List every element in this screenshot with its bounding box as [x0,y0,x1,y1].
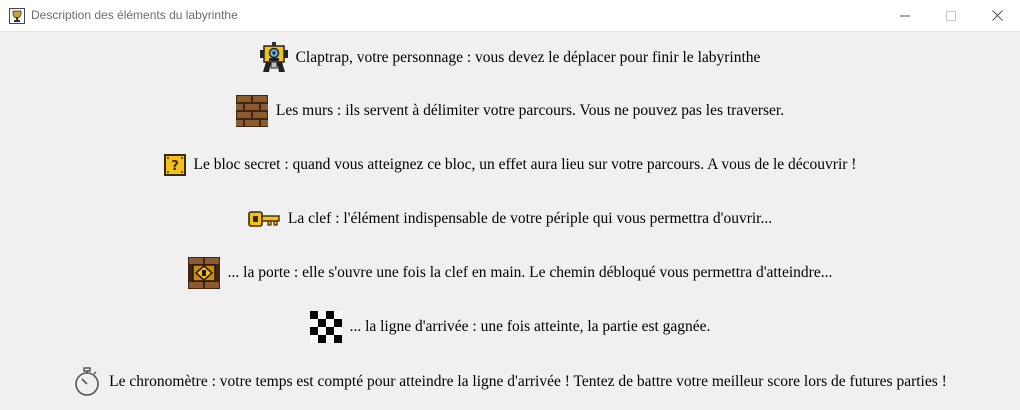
stopwatch-icon [75,367,99,396]
key-icon [248,211,280,227]
legend-text: Le bloc secret : quand vous atteignez ce… [193,156,857,173]
window-title: Description des éléments du labyrinthe [31,8,238,22]
claptrap-icon [259,42,288,72]
title-bar[interactable]: Description des éléments du labyrinthe [0,0,1020,31]
svg-text:?: ? [171,159,179,174]
legend-text: La clef : l'élément indispensable de vot… [287,210,773,227]
legend-item-finish-line: ... la ligne d'arrivée : une fois attein… [0,309,1020,345]
legend-text: Le chronomètre : votre temps est compté … [109,373,947,390]
trophy-icon [9,8,25,24]
legend-item-stopwatch: Le chronomètre : votre temps est compté … [0,364,1020,400]
legend-text: Claptrap, votre personnage : vous devez … [295,49,761,66]
close-icon [991,10,1003,21]
legend-item-key: La clef : l'élément indispensable de vot… [0,201,1020,237]
close-button[interactable] [974,0,1020,31]
legend-text: Les murs : ils servent à délimiter votre… [275,102,785,119]
minimize-button[interactable] [882,0,928,31]
finish-line-icon [309,311,342,343]
legend-text: ... la porte : elle s'ouvre une fois la … [227,264,833,281]
maximize-button[interactable] [928,0,974,31]
legend-text: ... la ligne d'arrivée : une fois attein… [349,318,711,335]
door-icon [187,257,220,289]
legend-item-door: ... la porte : elle s'ouvre une fois la … [0,255,1020,291]
maximize-icon [946,10,956,21]
secret-block-icon: ? [163,154,186,176]
legend-item-wall: Les murs : ils servent à délimiter votre… [0,93,1020,129]
legend-item-secret-block: ? Le bloc secret : quand vous atteignez … [0,147,1020,183]
title-bar-divider [0,31,1020,32]
legend-item-claptrap: Claptrap, votre personnage : vous devez … [0,40,1020,76]
wall-icon [235,95,268,127]
minimize-icon [900,15,910,16]
